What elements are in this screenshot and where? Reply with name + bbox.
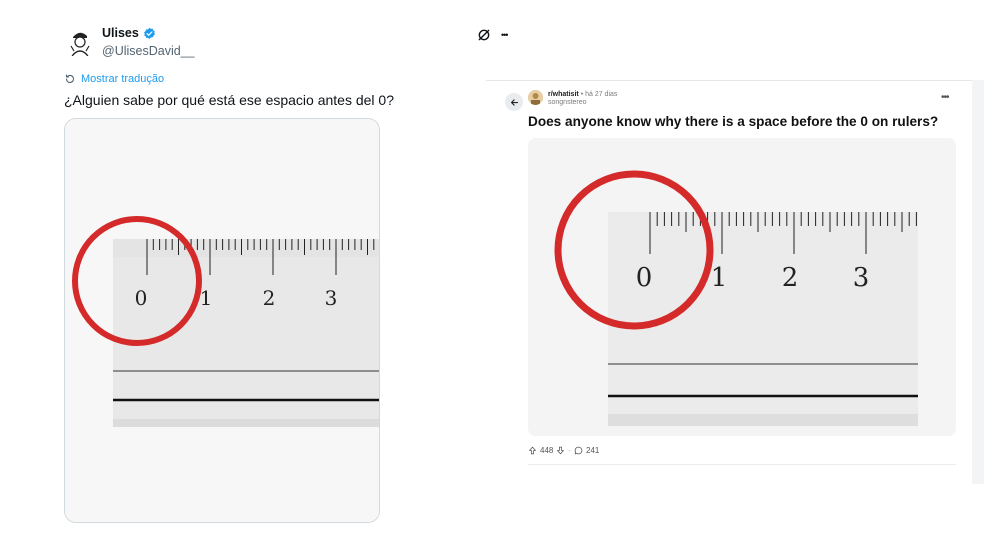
media-toolbar: ••• (477, 28, 509, 42)
display-name[interactable]: Ulises (102, 26, 156, 40)
ruler-label-0: 0 (636, 263, 653, 293)
show-translation-label[interactable]: Mostrar tradução (81, 73, 164, 85)
post-meta: r/whatisit • há 27 dias songnstereo (548, 91, 617, 107)
tweet-image[interactable]: 0 1 2 3 (64, 118, 380, 523)
display-name-text[interactable]: Ulises (102, 26, 139, 40)
ruler-body (608, 212, 918, 426)
separator: - (568, 446, 572, 455)
comment-count: 241 (586, 446, 600, 455)
upvote-count: 448 (540, 446, 554, 455)
translate-toggle-icon[interactable] (477, 28, 491, 42)
ruler-photo: 0 1 2 3 (65, 119, 379, 522)
downvote-icon[interactable] (556, 446, 565, 455)
subreddit-avatar-icon (528, 90, 543, 105)
more-options-icon[interactable]: ••• (501, 30, 509, 40)
ruler-label-1: 1 (711, 263, 728, 293)
ruler-label-2: 2 (782, 263, 799, 293)
back-button[interactable] (505, 93, 523, 111)
back-arrow-icon (510, 98, 518, 106)
reddit-post-screenshot: r/whatisit • há 27 dias songnstereo ••• … (486, 80, 974, 484)
avatar[interactable] (64, 26, 96, 58)
subreddit-name[interactable]: r/whatisit (548, 91, 579, 98)
ruler-photo-reddit: 0 1 2 3 (528, 138, 956, 436)
ruler-label-2: 2 (263, 286, 276, 310)
avatar-illustration-icon (64, 26, 96, 58)
show-translation-link[interactable]: Mostrar tradução (64, 73, 164, 85)
post-actions: 448 - 241 (528, 446, 599, 455)
ruler-label-3: 3 (325, 286, 338, 310)
scrollbar-track[interactable] (972, 80, 984, 484)
ruler-label-3: 3 (853, 263, 870, 293)
translate-icon (65, 74, 74, 83)
upvote-icon[interactable] (528, 446, 537, 455)
post-author[interactable]: songnstereo (548, 99, 617, 107)
tweet-text: ¿Alguien sabe por qué está ese espacio a… (64, 92, 395, 108)
post-more-icon[interactable]: ••• (941, 92, 949, 103)
subreddit-avatar[interactable] (528, 90, 543, 105)
user-handle[interactable]: @UlisesDavid__ (102, 44, 195, 58)
post-title[interactable]: Does anyone know why there is a space be… (528, 114, 938, 129)
post-image[interactable]: 0 1 2 3 (528, 138, 956, 436)
verified-badge-icon (143, 27, 155, 39)
ruler-label-0: 0 (135, 286, 148, 310)
post-time: • há 27 dias (580, 91, 618, 98)
ruler-label-1: 1 (200, 286, 213, 310)
divider (528, 464, 956, 465)
comment-icon[interactable] (574, 446, 583, 455)
